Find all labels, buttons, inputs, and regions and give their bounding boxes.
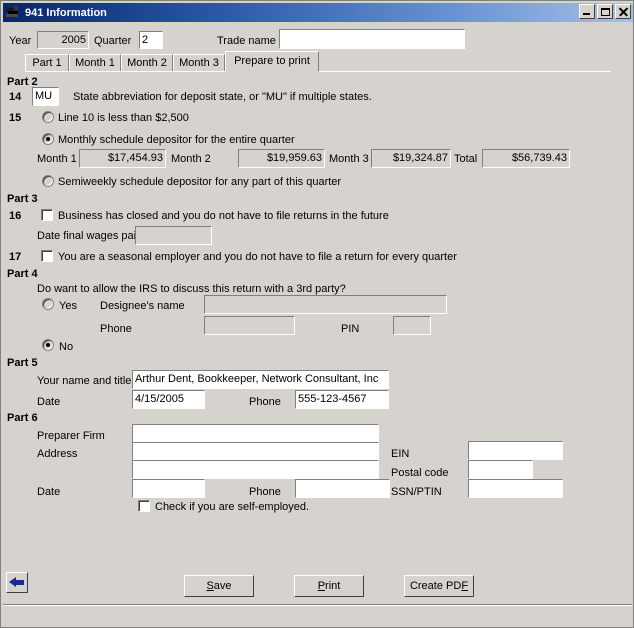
tab-part-1[interactable]: Part 1 [25, 54, 69, 72]
line-14-text: State abbreviation for deposit state, or… [73, 91, 372, 103]
year-field[interactable]: 2005 [37, 31, 89, 49]
address-label: Address [37, 448, 78, 460]
radio-third-party-no[interactable] [42, 339, 54, 351]
designee-name-label: Designee's name [100, 300, 185, 312]
back-button[interactable] [6, 572, 28, 593]
radio-yes-label: Yes [59, 300, 77, 312]
pdf-label-accel: F [461, 580, 469, 592]
preparer-firm-field[interactable] [132, 424, 379, 443]
line-16-text: Business has closed and you do not have … [58, 210, 389, 222]
part6-phone-label: Phone [249, 486, 281, 498]
part4-phone-field[interactable] [204, 316, 295, 335]
business-closed-checkbox[interactable] [41, 209, 53, 221]
self-employed-checkbox[interactable] [138, 500, 150, 512]
part6-phone-field[interactable] [295, 479, 390, 498]
tab-month-2[interactable]: Month 2 [121, 54, 173, 72]
pdf-label-pre: Create PD [409, 580, 462, 592]
ssn-ptin-label: SSN/PTIN [391, 486, 442, 498]
month1-label: Month 1 [37, 153, 77, 165]
self-employed-label: Check if you are self-employed. [155, 501, 310, 513]
total-amount-field[interactable]: $56,739.43 [482, 149, 570, 168]
part4-phone-label: Phone [100, 323, 132, 335]
window-941-information: 941 Information Year 2005 Quarter 2 Trad… [0, 0, 634, 628]
quarter-label: Quarter [94, 35, 132, 47]
line-15-number: 15 [9, 112, 22, 124]
save-label-post: ave [213, 580, 232, 592]
date-final-wages-field[interactable] [135, 226, 212, 245]
preparer-firm-label: Preparer Firm [37, 430, 105, 442]
radio-line10-less-than[interactable] [42, 111, 54, 123]
part5-heading: Part 5 [7, 357, 38, 369]
trade-name-field[interactable] [279, 29, 465, 49]
print-button[interactable]: Print [294, 575, 364, 597]
line-16-number: 16 [9, 210, 22, 222]
save-label-accel: S [206, 580, 214, 592]
minimize-button[interactable] [579, 4, 595, 19]
address-line1-field[interactable] [132, 442, 379, 461]
date-final-wages-label: Date final wages paid [37, 230, 143, 242]
month3-label: Month 3 [329, 153, 369, 165]
radio-no-label: No [59, 341, 74, 353]
part3-heading: Part 3 [7, 193, 38, 205]
part4-heading: Part 4 [7, 268, 38, 280]
line-14-number: 14 [9, 91, 22, 103]
month3-amount-field[interactable]: $19,324.87 [371, 149, 451, 168]
part6-date-label: Date [37, 486, 61, 498]
part6-date-field[interactable] [132, 479, 205, 498]
designee-name-field[interactable] [204, 295, 447, 314]
radio-semiweekly-depositor[interactable] [42, 175, 54, 187]
part5-date-field[interactable]: 4/15/2005 [132, 390, 205, 409]
year-label: Year [9, 35, 32, 47]
print-label-accel: P [317, 580, 326, 592]
part5-date-label: Date [37, 396, 61, 408]
part5-phone-field[interactable]: 555-123-4567 [295, 390, 389, 409]
minimize-icon [583, 13, 590, 15]
radio-semiweekly-label: Semiweekly schedule depositor for any pa… [58, 176, 342, 188]
print-label-post: rint [325, 580, 341, 592]
month2-amount-field[interactable]: $19,959.63 [238, 149, 325, 168]
trade-name-label: Trade name [217, 35, 276, 47]
ssn-ptin-field[interactable] [468, 479, 563, 498]
window-controls [579, 4, 631, 19]
footer-divider-highlight [3, 605, 632, 606]
close-button[interactable] [615, 4, 631, 19]
seasonal-employer-checkbox[interactable] [41, 250, 53, 262]
save-button[interactable]: Save [184, 575, 254, 597]
total-label: Total [454, 153, 478, 165]
month1-amount-field[interactable]: $17,454.93 [79, 149, 166, 168]
radio-monthly-depositor[interactable] [42, 133, 54, 145]
tab-month-3[interactable]: Month 3 [173, 54, 225, 72]
deposit-state-field[interactable]: MU [32, 87, 59, 106]
part5-phone-label: Phone [249, 396, 281, 408]
address-line2-field[interactable] [132, 460, 379, 479]
radio-line10-label: Line 10 is less than $2,500 [58, 112, 189, 124]
ein-label: EIN [391, 448, 410, 460]
maximize-icon [601, 8, 610, 16]
pin-field[interactable] [393, 316, 431, 335]
month2-label: Month 2 [171, 153, 211, 165]
window-title: 941 Information [25, 6, 107, 19]
radio-third-party-yes[interactable] [42, 298, 54, 310]
ein-field[interactable] [468, 441, 563, 460]
tab-month-1[interactable]: Month 1 [69, 54, 121, 72]
app-icon [5, 5, 21, 20]
part6-heading: Part 6 [7, 412, 38, 424]
maximize-button[interactable] [597, 4, 613, 19]
postal-code-field[interactable] [468, 460, 533, 479]
radio-monthly-label: Monthly schedule depositor for the entir… [58, 134, 295, 146]
line-17-text: You are a seasonal employer and you do n… [58, 251, 457, 263]
name-and-title-field[interactable]: Arthur Dent, Bookkeeper, Network Consult… [132, 370, 389, 389]
line-17-number: 17 [9, 251, 22, 263]
name-and-title-label: Your name and title [37, 375, 132, 387]
quarter-field[interactable]: 2 [139, 31, 163, 49]
pin-label: PIN [341, 323, 360, 335]
create-pdf-button[interactable]: Create PDF [404, 575, 474, 597]
title-bar: 941 Information [3, 3, 633, 22]
tab-prepare-to-print[interactable]: Prepare to print [225, 51, 319, 72]
postal-code-label: Postal code [391, 467, 449, 479]
